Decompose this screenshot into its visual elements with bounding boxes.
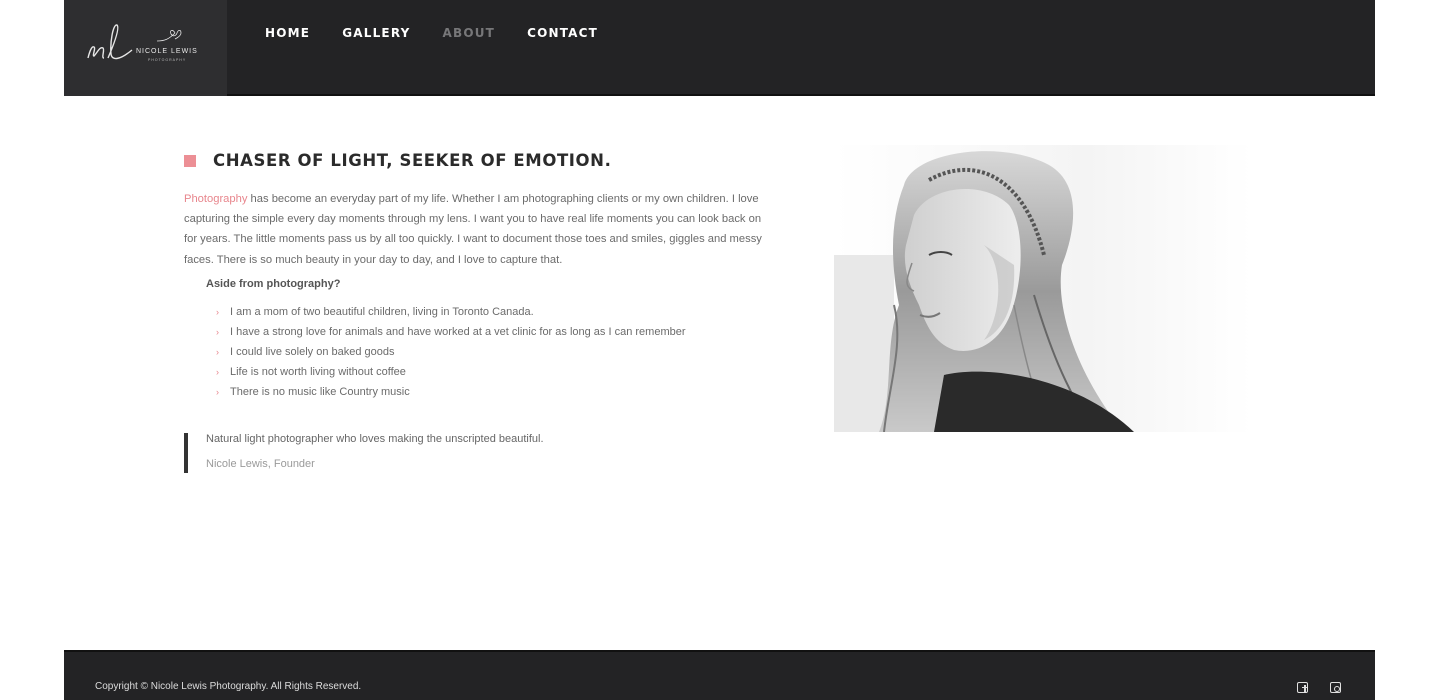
chevron-right-icon: ›	[216, 367, 219, 378]
list-item: › I could live solely on baked goods	[216, 342, 686, 362]
logo-monogram-icon	[87, 24, 133, 60]
instagram-icon[interactable]	[1330, 682, 1341, 693]
page-title: CHASER OF LIGHT, SEEKER OF EMOTION.	[213, 151, 612, 170]
about-heading: CHASER OF LIGHT, SEEKER OF EMOTION.	[184, 151, 611, 170]
nav-about[interactable]: ABOUT	[443, 26, 496, 40]
chevron-right-icon: ›	[216, 307, 219, 317]
portrait-photo	[834, 145, 1252, 432]
logo-subtitle: PHOTOGRAPHY	[148, 58, 187, 62]
list-item-text: There is no music like Country music	[230, 386, 410, 399]
list-item-text: I am a mom of two beautiful children, li…	[230, 306, 534, 318]
portrait-image	[834, 145, 1252, 432]
intro-paragraph: Photography has become an everyday part …	[184, 189, 774, 270]
chevron-right-icon: ›	[216, 347, 219, 358]
aside-heading: Aside from photography?	[206, 278, 341, 290]
nav-gallery[interactable]: GALLERY	[342, 26, 410, 40]
list-item: › There is no music like Country music	[216, 382, 686, 402]
logo-name: NICOLE LEWIS	[136, 48, 198, 55]
list-item: › Life is not worth living without coffee	[216, 362, 686, 382]
intro-text: has become an everyday part of my life. …	[184, 193, 762, 266]
list-item-text: I have a strong love for animals and hav…	[230, 326, 686, 339]
quote-citation: Nicole Lewis, Founder	[206, 458, 315, 470]
site-header: NICOLE LEWIS PHOTOGRAPHY HOME GALLERY AB…	[64, 0, 1375, 96]
chevron-right-icon: ›	[216, 387, 219, 398]
nav-contact[interactable]: CONTACT	[527, 26, 598, 40]
main-nav: HOME GALLERY ABOUT CONTACT	[265, 26, 630, 40]
copyright-text: Copyright © Nicole Lewis Photography. Al…	[95, 681, 362, 692]
heart-icon	[156, 29, 182, 42]
nav-home[interactable]: HOME	[265, 26, 310, 40]
founder-quote: Natural light photographer who loves mak…	[184, 433, 544, 473]
chevron-right-icon: ›	[216, 327, 219, 338]
quote-text: Natural light photographer who loves mak…	[206, 433, 544, 445]
list-item: › I am a mom of two beautiful children, l…	[216, 302, 686, 322]
list-item: › I have a strong love for animals and ha…	[216, 322, 686, 342]
fact-list: › I am a mom of two beautiful children, l…	[216, 302, 686, 402]
list-item-text: I could live solely on baked goods	[230, 346, 395, 359]
heading-marker	[184, 154, 196, 167]
page-frame: NICOLE LEWIS PHOTOGRAPHY HOME GALLERY AB…	[64, 0, 1375, 700]
facebook-icon[interactable]	[1297, 682, 1308, 693]
list-item-text: Life is not worth living without coffee	[230, 366, 406, 379]
logo[interactable]: NICOLE LEWIS PHOTOGRAPHY	[64, 0, 227, 96]
photography-link[interactable]: Photography	[184, 193, 247, 205]
site-footer: Copyright © Nicole Lewis Photography. Al…	[64, 650, 1375, 700]
